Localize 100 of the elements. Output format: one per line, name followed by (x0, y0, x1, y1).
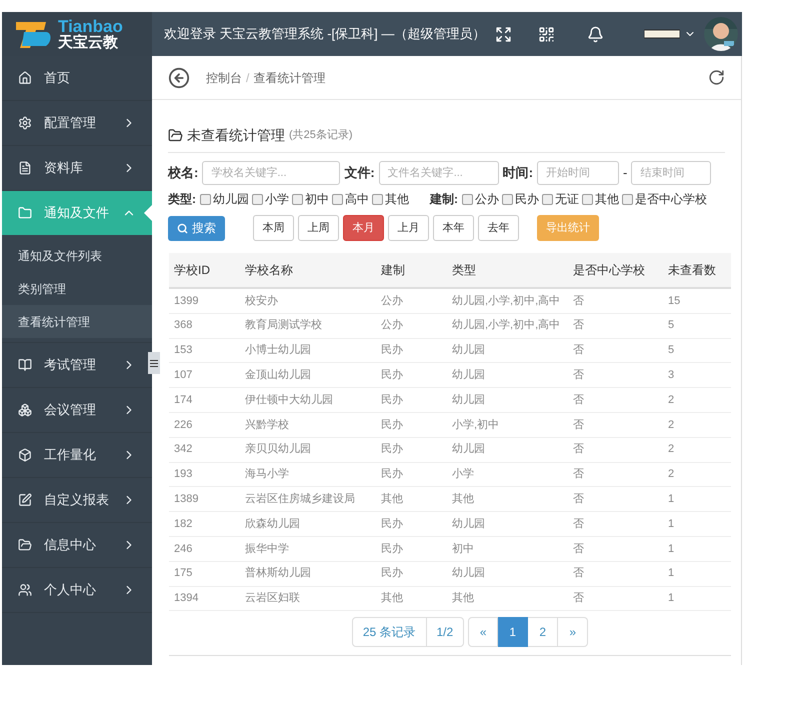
table-cell-text: 2 (668, 418, 676, 433)
table-cell-text: 否 (573, 566, 585, 582)
refresh-icon[interactable] (708, 69, 725, 86)
checkbox-label: 小学 (265, 191, 289, 208)
table-cell-text: 否 (573, 294, 585, 309)
table-cell-text: 民办 (381, 418, 404, 433)
start-time-field[interactable]: 开始时间 (537, 161, 620, 185)
field-label: 时间: (502, 164, 534, 182)
sidebar-item[interactable]: 个人中心 (2, 568, 152, 612)
sidebar-item[interactable]: 自定义报表 (2, 478, 152, 522)
logo-text: Tianbao (58, 18, 123, 35)
active-pointer-icon (144, 205, 152, 221)
table-cell-text: 1399 (174, 294, 200, 309)
table-cell-text: 1389 (174, 492, 200, 508)
table-cell-text: 1 (668, 591, 676, 606)
checkbox[interactable] (622, 194, 633, 204)
table-cell-text: 小学 (452, 467, 475, 482)
table-cell-text: 否 (573, 591, 585, 606)
sidebar-item[interactable]: 工作量化 (2, 433, 152, 477)
period-button[interactable]: 本周 (253, 215, 294, 241)
file-name-field[interactable]: 文件名关键字... (378, 161, 499, 185)
period-button[interactable]: 上周 (298, 215, 339, 241)
checkbox[interactable] (292, 194, 303, 204)
checkbox-label: 其他 (385, 191, 409, 208)
submenu-item[interactable]: 类别管理 (2, 272, 152, 305)
column-header: 建制 (381, 262, 406, 279)
checkbox-label: 初中 (305, 191, 329, 208)
sidebar-item[interactable]: 信息中心 (2, 523, 152, 567)
back-icon[interactable] (168, 66, 190, 88)
table-cell-text: 其他 (452, 591, 475, 606)
sidebar-item[interactable]: 首页 (2, 56, 152, 100)
table-cell-text: 民办 (381, 566, 404, 582)
checkbox-label: 高中 (345, 191, 369, 208)
checkbox[interactable] (372, 194, 383, 204)
submenu-item[interactable]: 查看统计管理 (2, 305, 152, 338)
header-title: 欢迎登录 天宝云教管理系统 -[保卫科] —（超级管理员） (164, 25, 486, 44)
checkbox-label: 无证 (555, 191, 579, 208)
period-button[interactable]: 本年 (433, 215, 474, 241)
table-cell-text: 幼儿园 (452, 566, 486, 582)
period-button[interactable]: 上月 (388, 215, 429, 241)
school-name-field[interactable]: 学校名关键字... (202, 161, 340, 185)
period-button[interactable]: 本月 (343, 215, 384, 241)
table-cell-text: 亲贝贝幼儿园 (245, 442, 312, 458)
sidebar-item[interactable]: 配置管理 (2, 101, 152, 145)
checkbox[interactable] (332, 194, 343, 204)
search-button[interactable]: 搜索 (168, 216, 225, 240)
end-time-field[interactable]: 结束时间 (631, 161, 712, 185)
table-cell-text: 公办 (381, 318, 404, 334)
table-cell-text: 其他 (381, 492, 404, 508)
bell-icon[interactable] (587, 26, 604, 42)
breadcrumb-link[interactable]: 控制台 (206, 68, 242, 86)
breadcrumb-separator: / (246, 70, 250, 86)
table-cell-text: 否 (573, 516, 585, 532)
table-cell-text: 否 (573, 467, 585, 482)
table-cell-text: 5 (668, 343, 676, 358)
range-dash: - (623, 164, 628, 182)
checkbox[interactable] (542, 194, 553, 204)
boxes-icon (18, 403, 32, 417)
checkbox[interactable] (462, 194, 473, 204)
fullscreen-icon[interactable] (495, 26, 512, 42)
checkbox-label: 是否中心学校 (635, 191, 707, 208)
column-header: 类型 (452, 262, 477, 279)
page-button[interactable]: 2 (528, 617, 558, 648)
table-cell-text: 其他 (452, 492, 475, 508)
checkbox-label: 幼儿园 (213, 191, 249, 208)
field-label: 类型: (168, 191, 196, 208)
checkbox[interactable] (502, 194, 513, 204)
table-cell-text: 民办 (381, 516, 404, 532)
sidebar-item[interactable]: 考试管理 (2, 343, 152, 387)
qr-code-icon[interactable] (538, 26, 555, 42)
checkbox[interactable] (252, 194, 263, 204)
logo-text: 天宝云教 (58, 35, 119, 50)
user-name-strip-icon[interactable] (644, 29, 680, 39)
period-button[interactable]: 去年 (478, 215, 519, 241)
record-count: (共25条记录) (289, 128, 353, 144)
table-cell-text: 民办 (381, 392, 404, 408)
search-icon (177, 222, 188, 234)
table-cell-text: 兴黔学校 (245, 418, 290, 433)
sidebar-label: 个人中心 (44, 581, 97, 600)
checkbox[interactable] (582, 194, 593, 204)
cube-icon (18, 448, 32, 462)
table-cell-text: 246 (174, 542, 194, 557)
table-cell-text: 否 (573, 442, 585, 458)
collapse-handle-icon[interactable] (148, 352, 160, 374)
table-cell-text: 海马小学 (245, 467, 290, 482)
page-button[interactable]: 1 (498, 617, 528, 648)
table-cell-text: 193 (174, 467, 194, 482)
sidebar-label: 工作量化 (44, 446, 97, 464)
table-cell-text: 幼儿园 (452, 442, 486, 458)
sidebar-item[interactable]: 资料库 (2, 146, 152, 190)
checkbox[interactable] (200, 194, 211, 204)
table-cell-text: 金顶山幼儿园 (245, 368, 312, 384)
submenu-item[interactable]: 通知及文件列表 (2, 239, 152, 272)
sidebar-item[interactable]: 会议管理 (2, 388, 152, 432)
table-cell-text: 1 (668, 492, 676, 508)
next-page-button[interactable]: » (558, 617, 588, 648)
table-cell-text: 振华中学 (245, 542, 290, 557)
table-cell-text: 其他 (381, 591, 404, 606)
sidebar-label: 通知及文件 (44, 204, 110, 222)
home-icon (18, 71, 32, 85)
